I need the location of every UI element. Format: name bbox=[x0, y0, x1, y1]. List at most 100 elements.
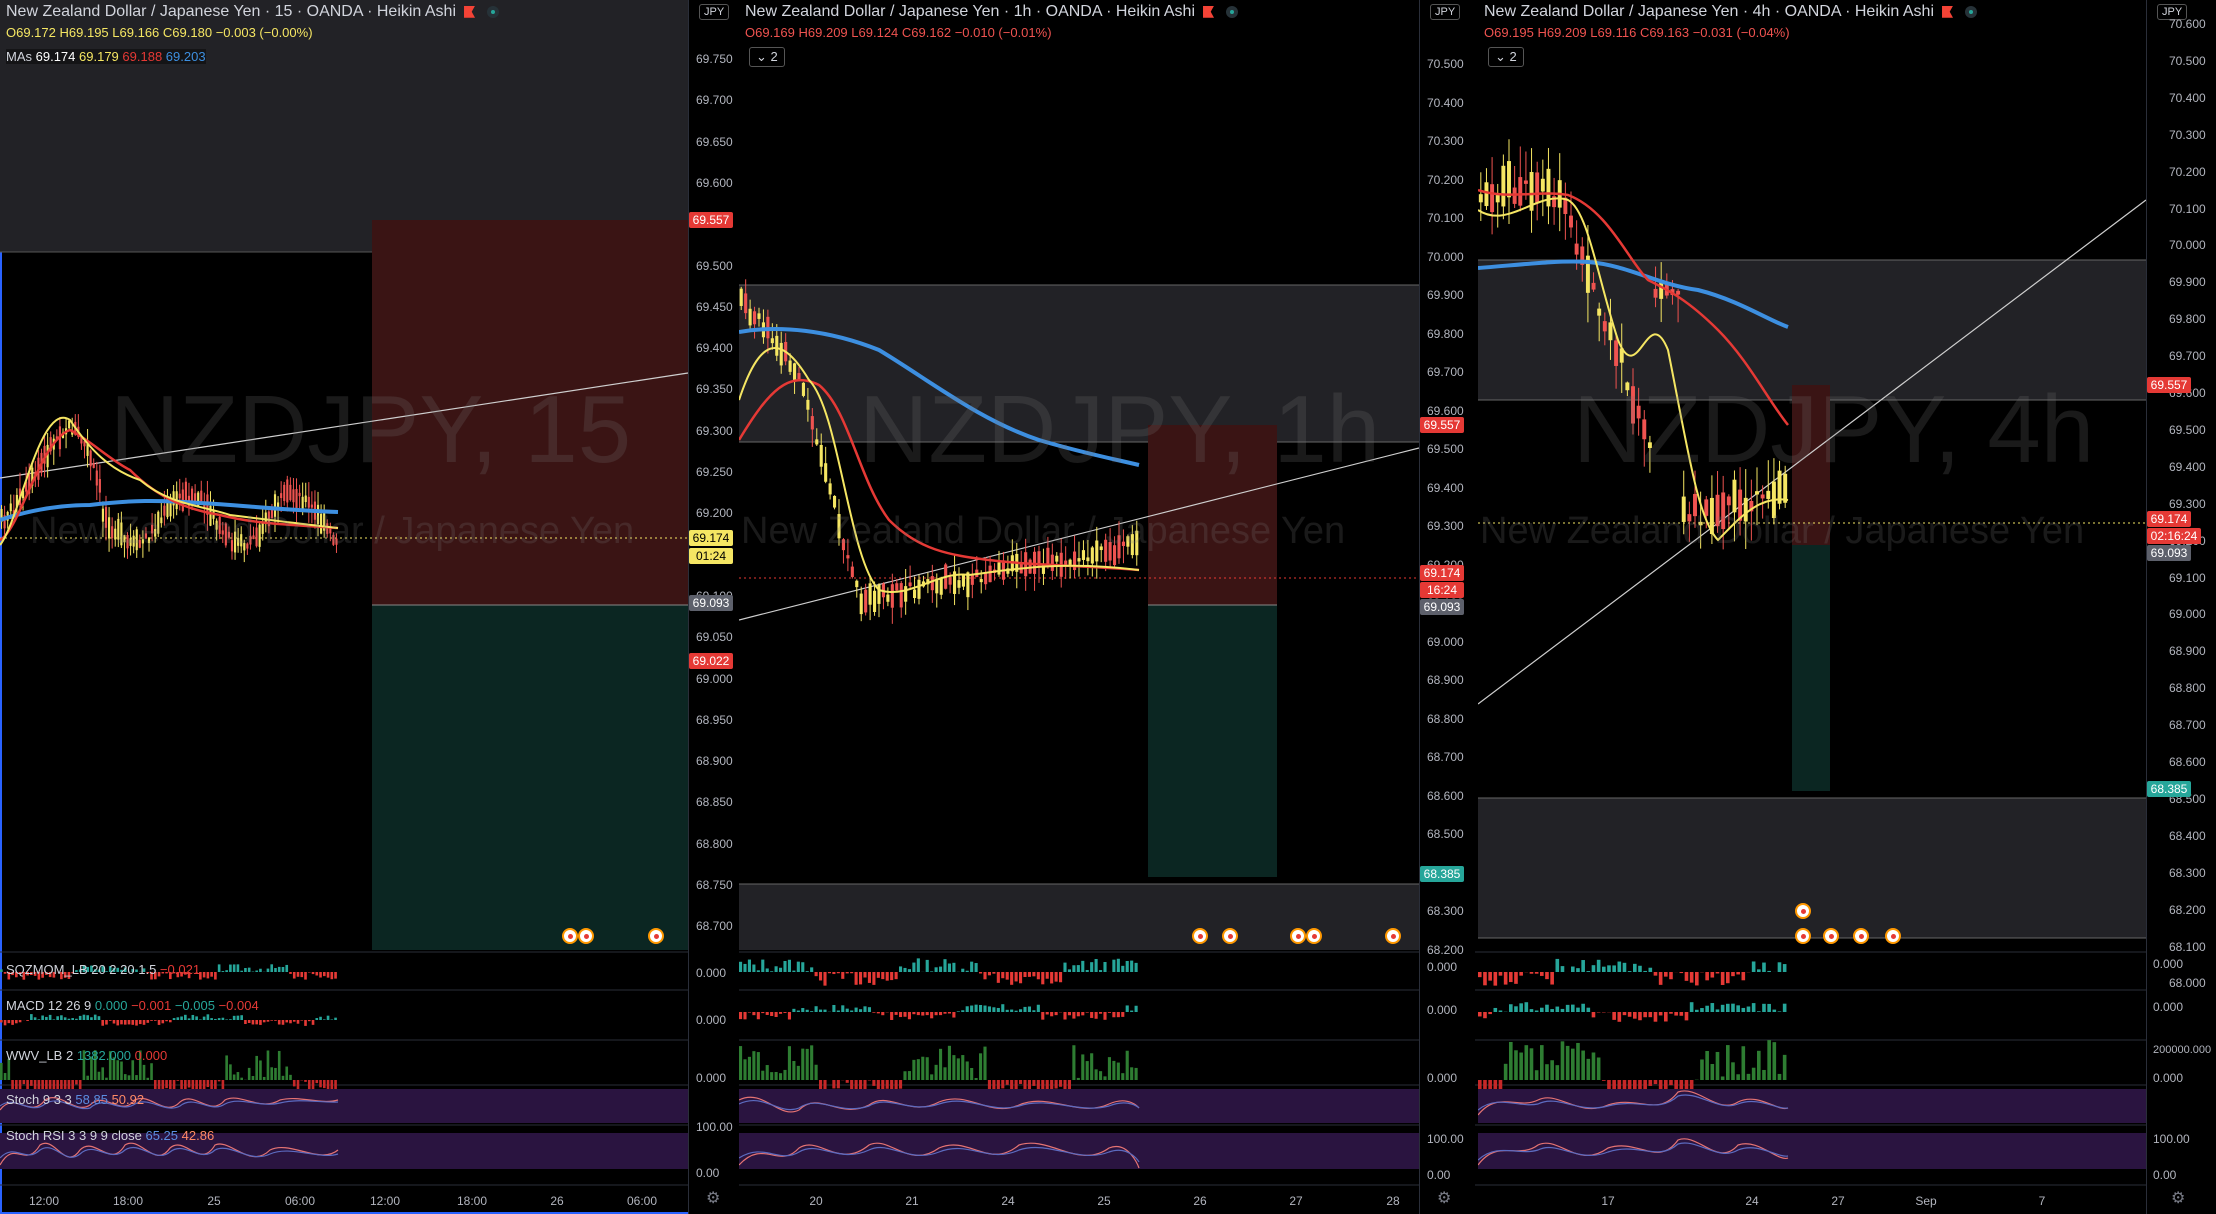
indicator-bar bbox=[221, 1017, 225, 1020]
indicator-name: SQZMOM_LB 20 2 20 1.5 bbox=[6, 962, 157, 977]
price-axis[interactable]: JPY 70.500 70.400 70.300 70.200 70.100 70.000… bbox=[1419, 0, 1475, 1214]
collapse-indicators-button[interactable]: ⌄ 2 bbox=[1488, 47, 1524, 67]
price-tick: 69.200 bbox=[696, 506, 733, 521]
indicator-bar bbox=[943, 1067, 947, 1080]
price-tick: 68.700 bbox=[696, 919, 733, 934]
ohlc-values: O69.172 H69.195 L69.166 C69.180 −0.003 (… bbox=[6, 25, 313, 40]
event-badge[interactable] bbox=[1222, 928, 1238, 944]
indicator-bar bbox=[1010, 1009, 1014, 1012]
indicator-bar bbox=[1534, 1010, 1539, 1012]
price-axis[interactable]: JPY 69.75069.70069.65069.60069.55069.500… bbox=[688, 0, 739, 1214]
indicator-bar bbox=[1032, 1010, 1036, 1012]
flag-icon[interactable] bbox=[464, 5, 476, 18]
indicator-bar bbox=[1700, 1059, 1704, 1080]
settings-gear-icon[interactable]: ⚙ bbox=[706, 1188, 720, 1208]
indicator-bar bbox=[176, 1017, 180, 1020]
indicator-value: 58.85 bbox=[75, 1092, 108, 1107]
indicator-bar bbox=[814, 972, 818, 977]
chart-title[interactable]: New Zealand Dollar / Japanese Yen · 15 ·… bbox=[6, 3, 500, 21]
event-badge[interactable] bbox=[1306, 928, 1322, 944]
candle-body bbox=[815, 439, 819, 445]
event-badge[interactable] bbox=[1192, 928, 1208, 944]
indicator-macd[interactable]: MACD 12 26 9 0.000 −0.001 −0.005 −0.004 bbox=[6, 998, 259, 1013]
indicator-bar bbox=[1519, 1052, 1523, 1080]
indicator-bar bbox=[135, 1075, 138, 1080]
indicator-stochrsi[interactable]: Stoch RSI 3 3 9 9 close 65.25 42.86 bbox=[6, 1128, 214, 1143]
low-value: L69.116 bbox=[1590, 25, 1637, 40]
price-axis[interactable]: JPY 70.600 70.500 70.400 70.300 70.200 70.100… bbox=[2146, 0, 2216, 1214]
settings-gear-icon[interactable]: ⚙ bbox=[2171, 1188, 2185, 1208]
event-badge[interactable] bbox=[1853, 928, 1869, 944]
price-chart-15m[interactable] bbox=[0, 0, 739, 1214]
price-tick: 70.300 bbox=[1427, 134, 1464, 148]
indicator-bar bbox=[1099, 1071, 1103, 1080]
price-label-entry: 69.093 bbox=[1420, 599, 1464, 615]
indicator-bar bbox=[987, 972, 991, 976]
indicator-bar bbox=[765, 1012, 769, 1015]
flag-icon[interactable] bbox=[1203, 5, 1215, 18]
chart-panel-15m[interactable]: NZDJPY, 15 New Zealand Dollar / Japanese… bbox=[0, 0, 739, 1214]
indicator-bar bbox=[1560, 966, 1565, 972]
indicator-bar bbox=[1534, 972, 1539, 974]
price-tick: 69.300 bbox=[1427, 519, 1464, 533]
price-tick: 69.650 bbox=[696, 134, 733, 149]
indicator-bar bbox=[262, 1020, 266, 1023]
price-label-target-low: 68.385 bbox=[2147, 781, 2191, 797]
candle-body bbox=[997, 562, 1001, 575]
chart-panel-1h[interactable]: NZDJPY, 1h New Zealand Dollar / Japanese… bbox=[739, 0, 1478, 1214]
event-badge[interactable] bbox=[1795, 903, 1811, 919]
indicator-bar bbox=[792, 970, 796, 972]
event-badge[interactable] bbox=[1795, 928, 1811, 944]
price-chart-1h[interactable] bbox=[739, 0, 1478, 1214]
currency-label[interactable]: JPY bbox=[1430, 4, 1461, 20]
indicator-bar bbox=[1023, 972, 1027, 977]
settings-gear-icon[interactable]: ⚙ bbox=[1437, 1188, 1451, 1208]
event-badge[interactable] bbox=[648, 928, 664, 944]
indicator-stoch[interactable]: Stoch 9 3 3 58.85 50.92 bbox=[6, 1092, 144, 1107]
event-badge[interactable] bbox=[578, 928, 594, 944]
indicator-bar bbox=[1125, 1005, 1129, 1012]
event-badge[interactable] bbox=[1823, 928, 1839, 944]
currency-label[interactable]: JPY bbox=[699, 4, 730, 20]
price-chart-4h[interactable] bbox=[1478, 0, 2216, 1214]
indicator-bar bbox=[850, 1010, 854, 1012]
indicator-bar bbox=[1125, 1050, 1129, 1080]
chart-title[interactable]: New Zealand Dollar / Japanese Yen · 1h ·… bbox=[745, 3, 1239, 21]
collapse-indicators-button[interactable]: ⌄ 2 bbox=[749, 47, 785, 67]
time-tick: 27 bbox=[1831, 1194, 1845, 1208]
indicator-bar bbox=[1072, 965, 1076, 972]
indicator-bar bbox=[1103, 1012, 1107, 1020]
event-badge[interactable] bbox=[562, 928, 578, 944]
indicator-bar bbox=[747, 1012, 751, 1013]
indicator-bar bbox=[792, 1060, 796, 1080]
indicator-bar bbox=[1112, 1060, 1116, 1080]
indicator-bar bbox=[112, 1020, 116, 1024]
indicator-bar bbox=[916, 1059, 920, 1080]
indicator-bar bbox=[146, 1077, 150, 1080]
indicator-bar bbox=[1664, 972, 1668, 977]
chart-panel-4h[interactable]: NZDJPY, 4h New Zealand Dollar / Japanese… bbox=[1478, 0, 2216, 1214]
indicator-bar bbox=[75, 1080, 78, 1085]
indicator-bar bbox=[1710, 1003, 1715, 1012]
indicator-bar bbox=[1664, 1012, 1668, 1022]
indicator-sqzmom[interactable]: SQZMOM_LB 20 2 20 1.5 −0.021 bbox=[6, 962, 200, 977]
indicator-bar bbox=[131, 1060, 135, 1080]
event-badge[interactable] bbox=[1885, 928, 1901, 944]
flag-icon[interactable] bbox=[1942, 5, 1954, 18]
indicator-bar bbox=[292, 1020, 296, 1022]
indicator-wwv[interactable]: WWV_LB 2 1382.000 0.000 bbox=[6, 1048, 167, 1063]
indicator-bar bbox=[45, 1016, 48, 1020]
candle-body bbox=[868, 583, 872, 605]
indicator-bar bbox=[1023, 1080, 1027, 1090]
price-label-timer: 16:24 bbox=[1420, 582, 1464, 598]
indicator-bar bbox=[78, 1015, 82, 1020]
mas-legend[interactable]: MAs 69.174 69.179 69.188 69.203 bbox=[6, 49, 206, 64]
chart-title[interactable]: New Zealand Dollar / Japanese Yen · 4h ·… bbox=[1484, 3, 1978, 21]
indicator-bar bbox=[225, 1019, 228, 1020]
indicator-bar bbox=[1107, 1057, 1111, 1080]
indicator-bar bbox=[1540, 972, 1544, 976]
price-tick: 68.200 bbox=[1427, 942, 1464, 957]
event-badge[interactable] bbox=[1385, 928, 1401, 944]
event-badge[interactable] bbox=[1290, 928, 1306, 944]
close-value: C69.162 bbox=[901, 25, 952, 40]
